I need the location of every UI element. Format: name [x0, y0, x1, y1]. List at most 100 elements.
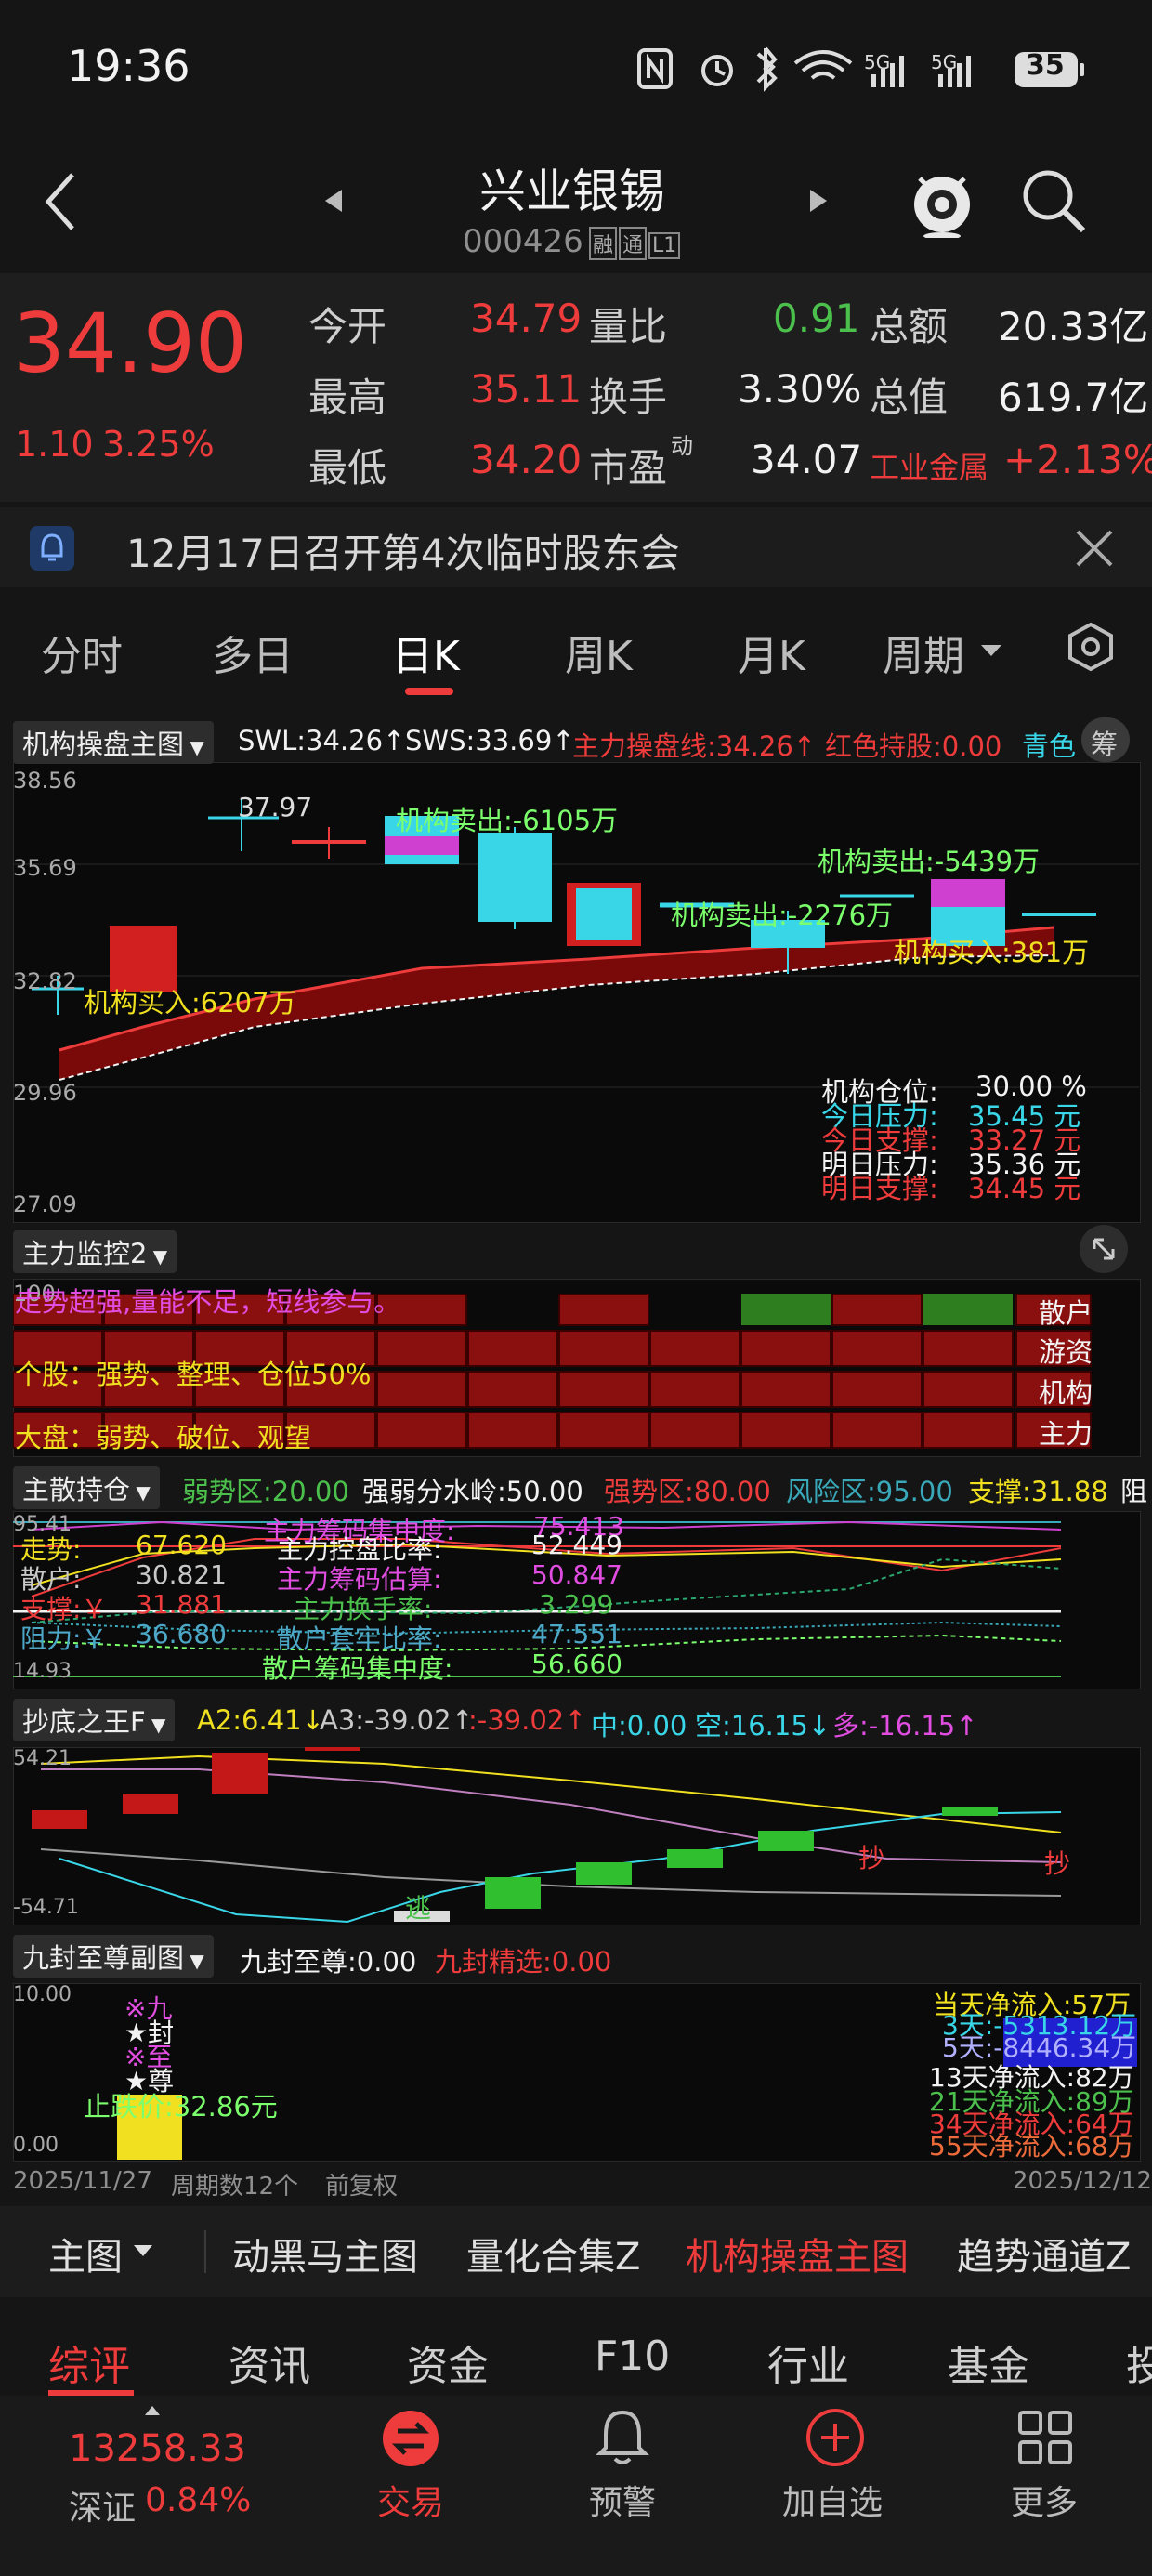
high-price-mark: 37.97	[238, 792, 313, 822]
volume-ratio-label: 量比	[589, 304, 668, 349]
info-tab-industry[interactable]: 行业	[767, 2333, 849, 2392]
info-tab-funds[interactable]: 资金	[407, 2333, 489, 2392]
tab-monthly-k[interactable]: 月K	[738, 623, 805, 682]
price-adjust[interactable]: 前复权	[325, 2167, 398, 2201]
open-label: 今开	[308, 304, 387, 349]
main-chip-estimate-value: 50.847	[531, 1559, 622, 1590]
tab-daily-k[interactable]: 日K	[392, 623, 460, 682]
monitor-selector[interactable]: 主力监控2 ▼	[13, 1230, 177, 1273]
nav-trade-label[interactable]: 交易	[377, 2476, 444, 2524]
close-icon[interactable]	[1074, 528, 1115, 569]
nine-seal-y-bottom: 0.00	[13, 2134, 59, 2157]
index-name[interactable]: 深证	[69, 2481, 136, 2530]
industry-label[interactable]: 工业金属	[870, 444, 988, 487]
main-chart-dropdown-icon[interactable]	[132, 2243, 154, 2260]
pe-value: 34.07	[751, 437, 863, 482]
dropdown-icon: ▼	[184, 736, 204, 758]
price-change: 1.10	[15, 424, 94, 465]
prev-stock-icon[interactable]	[321, 188, 344, 214]
nav-alert-label[interactable]: 预警	[589, 2476, 656, 2524]
bottom-finder-selector[interactable]: 抄底之王F ▼	[13, 1699, 176, 1741]
info-tab-f10[interactable]: F10	[595, 2333, 670, 2380]
indicator-tab-2[interactable]: 量化合集Z	[466, 2227, 640, 2280]
middle-indicator: 中:0.00	[591, 1710, 687, 1741]
search-icon[interactable]	[1018, 165, 1089, 236]
index-value[interactable]: 13258.33	[69, 2427, 246, 2470]
market-cap-label: 总值	[870, 375, 949, 420]
pe-label: 市盈	[589, 445, 668, 491]
short-indicator: 空:16.15↓	[695, 1710, 831, 1741]
institution-sell-3: 机构卖出:-2276万	[671, 900, 894, 931]
pe-sup: 动	[671, 433, 693, 459]
tab-multiday[interactable]: 多日	[212, 623, 294, 682]
indicator-tab-4[interactable]: 趋势通道Z	[957, 2227, 1131, 2280]
info-tab-review[interactable]: 综评	[48, 2333, 130, 2392]
period-dropdown-icon[interactable]	[979, 641, 1003, 660]
flow-55d: 55天净流入:68万	[929, 2131, 1134, 2162]
monitor-selector-label: 主力监控2	[22, 1238, 148, 1269]
next-stock-icon[interactable]	[808, 188, 831, 214]
side-label-hotmoney: 游资	[1039, 1336, 1093, 1368]
turnover-value: 3.30%	[738, 366, 862, 412]
mascot-icon[interactable]	[907, 164, 977, 240]
buy-mark-2: 抄	[1044, 1848, 1071, 1879]
low-value: 34.20	[470, 437, 583, 482]
chip-distribution-label[interactable]: 筹	[1091, 723, 1118, 762]
grid-more-icon[interactable]	[1016, 2409, 1074, 2466]
back-icon[interactable]	[41, 169, 78, 234]
resistance-value: 36.680	[136, 1619, 227, 1649]
tab-period[interactable]: 周期	[883, 623, 964, 682]
indicator-tab-3[interactable]: 机构操盘主图	[686, 2227, 909, 2280]
period-count: 周期数12个	[171, 2173, 299, 2201]
nav-more-label[interactable]: 更多	[1011, 2476, 1078, 2524]
info-tab-more[interactable]: 投	[1126, 2333, 1152, 2392]
volume-ratio-value: 0.91	[773, 296, 860, 341]
nine-seal-selector[interactable]: 九封至尊副图 ▼	[13, 1935, 214, 1978]
institution-buy-1: 机构买入:381万	[894, 937, 1090, 968]
bell-alert-icon[interactable]	[593, 2407, 652, 2468]
add-watchlist-icon[interactable]	[805, 2407, 866, 2468]
stop-fall-price: 止跌价:32.86元	[84, 2091, 278, 2123]
index-change[interactable]: 0.84%	[145, 2481, 251, 2519]
amount-value: 20.33亿	[998, 304, 1149, 349]
finder-y-top: 54.21	[13, 1747, 72, 1770]
bottom-finder-selector-label: 抄底之王F	[22, 1706, 146, 1738]
notice-text[interactable]: 12月17日召开第4次临时股东会	[126, 522, 680, 579]
tab-intraday[interactable]: 分时	[41, 623, 123, 682]
info-tomorrow-support-label: 明日支撑:	[821, 1173, 938, 1204]
nine-seal-value: 九封至尊:0.00	[240, 1946, 417, 1978]
y-tick-3: 32.82	[13, 968, 77, 994]
long-indicator: 多:-16.15↑	[832, 1710, 978, 1741]
risk-zone: 风险区:95.00	[786, 1476, 953, 1507]
indicator-tab-1[interactable]: 动黑马主图	[232, 2227, 418, 2280]
badge-l1: L1	[648, 232, 681, 259]
nav-add-label[interactable]: 加自选	[782, 2476, 883, 2524]
high-label: 最高	[308, 375, 387, 420]
info-tab-fund[interactable]: 基金	[948, 2333, 1029, 2392]
main-chart-selector[interactable]: 机构操盘主图 ▼	[13, 721, 214, 764]
nine-seal-select-value: 九封精选:0.00	[435, 1946, 612, 1978]
position-selector[interactable]: 主散持仓 ▼	[13, 1466, 160, 1509]
industry-change[interactable]: +2.13%	[1003, 437, 1152, 482]
watershed: 强弱分水岭:50.00	[362, 1476, 583, 1507]
info-tab-news[interactable]: 资讯	[229, 2333, 310, 2392]
tab-weekly-k[interactable]: 周K	[565, 623, 633, 682]
main-chart-dropdown[interactable]: 主图	[48, 2227, 123, 2280]
monitor-stock-line: 个股：强势、整理、仓位50%	[15, 1359, 372, 1390]
dropdown-icon: ▼	[130, 1481, 151, 1504]
y-tick-2: 35.69	[13, 855, 77, 881]
nine-seal-y-top: 10.00	[13, 1983, 72, 2006]
settings-hexagon-icon[interactable]	[1065, 621, 1117, 673]
market-cap-value: 619.7亿	[998, 375, 1149, 420]
main-control-ratio-value: 52.449	[531, 1530, 622, 1560]
svg-text:5G: 5G	[864, 51, 890, 73]
trade-icon[interactable]	[381, 2409, 440, 2468]
resistance-level: 阻	[1120, 1476, 1148, 1507]
nine-seal-selector-label: 九封至尊副图	[22, 1942, 185, 1974]
price-change-pct: 3.25%	[102, 424, 215, 465]
expand-icon[interactable]	[1080, 1225, 1128, 1273]
institution-sell-1: 机构卖出:-6105万	[396, 805, 619, 836]
battery-level: 35	[1026, 49, 1065, 82]
institution-buy-2: 机构买入:6207万	[84, 987, 296, 1019]
open-value: 34.79	[470, 296, 583, 341]
